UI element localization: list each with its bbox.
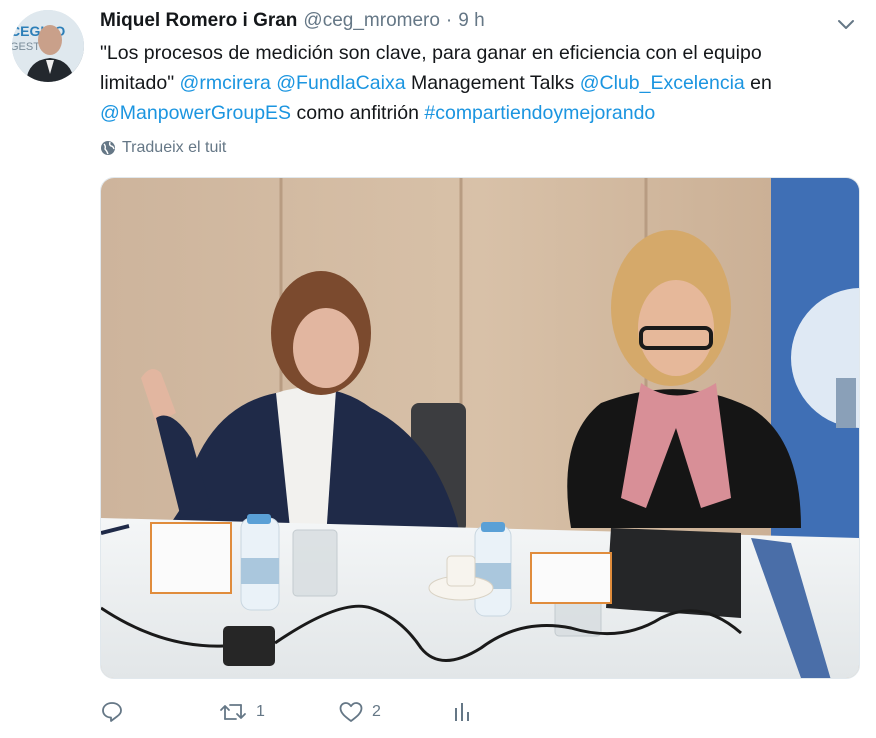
tweet-text: "Los procesos de medición son clave, par… [100,38,840,128]
mention-link[interactable]: @FundlaCaixa [276,72,405,94]
retweet-button[interactable]: 1 [218,700,338,724]
header-separator: · [445,10,453,31]
mention-link[interactable]: @rmcirera [180,72,271,94]
tweet-header: Miquel Romero i Gran @ceg_mromero · 9 h [100,10,485,34]
author-name[interactable]: Miquel Romero i Gran [100,10,297,32]
translate-label: Tradueix el tuit [122,139,227,156]
author-handle[interactable]: @ceg_mromero [303,10,440,32]
like-count: 2 [372,703,381,720]
tweet-actions: 1 2 [100,700,472,724]
tweet-text-segment: como anfitrión [291,102,425,124]
translate-link[interactable]: Tradueix el tuit [100,139,226,157]
tweet-text-segment: en [744,72,772,94]
tweet-timestamp[interactable]: 9 h [458,10,484,32]
tweet-photo[interactable] [100,177,860,679]
chevron-down-icon[interactable] [836,14,856,34]
hashtag-link[interactable]: #compartiendoymejorando [424,102,655,124]
mention-link[interactable]: @Club_Excelencia [580,72,745,94]
like-button[interactable]: 2 [338,700,452,724]
avatar-image: CEGINO GESTION [12,10,84,82]
reply-button[interactable] [100,700,218,724]
globe-icon [101,141,115,155]
mention-link[interactable]: @ManpowerGroupES [100,102,291,124]
analytics-button[interactable] [452,700,472,724]
analytics-icon [455,703,469,721]
meeting-photo [101,178,859,678]
tweet-text-segment: Management Talks [405,72,580,94]
reply-icon [102,702,122,722]
author-avatar[interactable]: CEGINO GESTION [12,10,84,82]
retweet-count: 1 [256,703,265,720]
heart-icon [339,702,363,722]
retweet-icon [220,704,246,720]
